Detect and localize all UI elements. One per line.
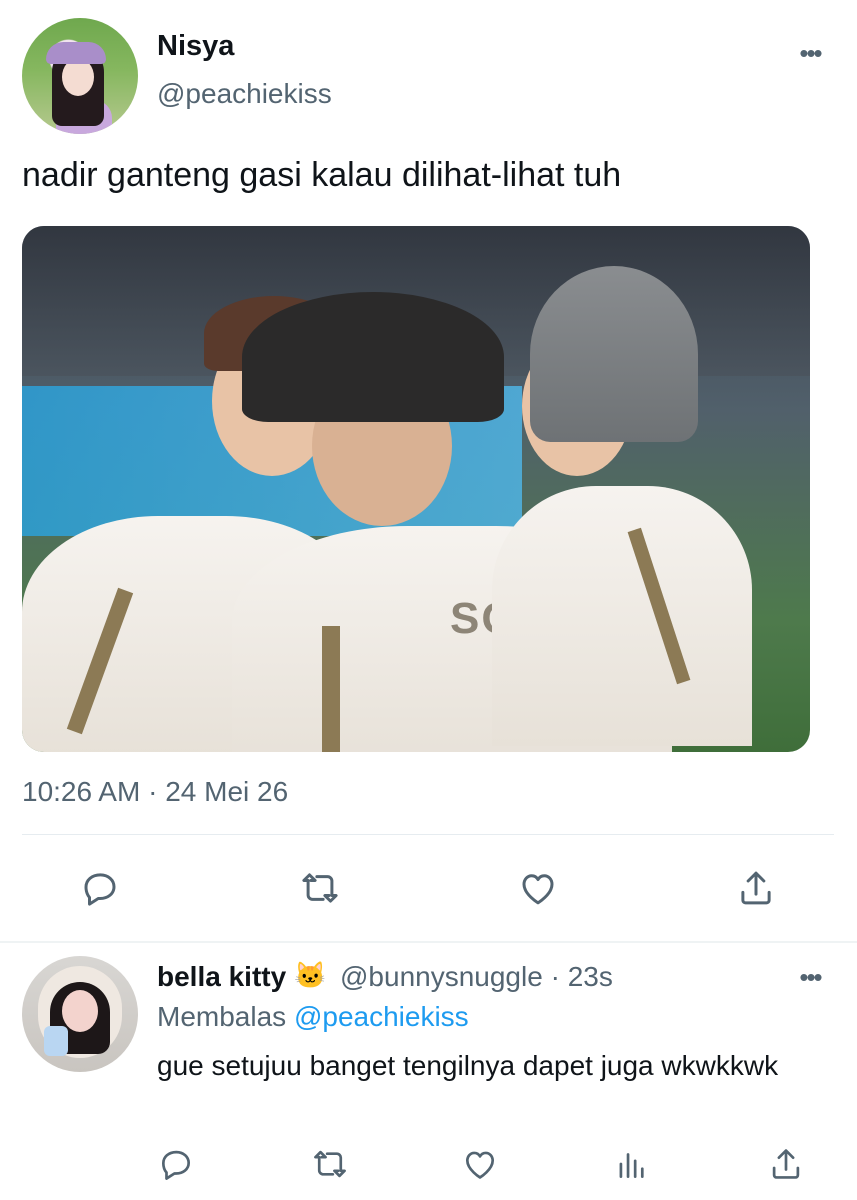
reply-icon [84, 873, 116, 906]
avatar-hat-shape [46, 42, 106, 64]
reply-more-options-icon[interactable]: ••• [792, 962, 828, 992]
replying-to-label: Membalas [157, 1001, 287, 1032]
reply-reply-button[interactable] [152, 1140, 200, 1188]
media-jersey-stripe-2 [322, 626, 340, 752]
tweet-detail-page: Nisya @peachiekiss ••• nadir ganteng gas… [0, 0, 857, 1200]
more-options-icon[interactable]: ••• [792, 38, 828, 68]
author-handle[interactable]: @peachiekiss [157, 78, 332, 110]
reply-handle-and-age[interactable]: @bunnysnuggle · 23s [340, 961, 613, 993]
avatar-cup-shape [44, 1026, 68, 1056]
reply-button[interactable] [76, 864, 124, 912]
tweet-time: 10:26 AM [22, 776, 141, 807]
retweet-icon [302, 873, 338, 903]
timestamp-separator: · [148, 776, 158, 807]
author-display-name[interactable]: Nisya [157, 30, 234, 63]
reply-share-button[interactable] [762, 1140, 810, 1188]
tweet-media-image[interactable]: SON [22, 226, 810, 752]
cat-emoji-icon: 🐱 [294, 960, 327, 990]
like-icon [465, 1151, 495, 1179]
reply-retweet-button[interactable] [306, 1140, 354, 1188]
reply-text: gue setujuu banget tengilnya dapet juga … [157, 1050, 779, 1081]
share-icon [772, 1149, 800, 1179]
tweet-timestamp[interactable]: 10:26 AM · 24 Mei 26 [22, 776, 288, 808]
section-divider [0, 941, 857, 943]
reply-handle: @bunnysnuggle [340, 961, 543, 992]
reply-display-name[interactable]: bella kitty [157, 961, 286, 993]
like-button[interactable] [514, 864, 562, 912]
reply-icon [161, 1150, 191, 1180]
author-avatar[interactable] [22, 18, 138, 134]
reply-views-button[interactable] [608, 1140, 656, 1188]
media-player-right [492, 486, 752, 746]
tweet-text: nadir ganteng gasi kalau dilihat-lihat t… [22, 156, 622, 194]
retweet-button[interactable] [296, 864, 344, 912]
media-player-right-beanie [530, 266, 698, 442]
media-player-center-cap [242, 292, 504, 422]
reply-author-avatar[interactable] [22, 956, 138, 1072]
reply-separator: · [550, 961, 560, 992]
avatar-face-shape [62, 990, 98, 1032]
reply-like-button[interactable] [456, 1140, 504, 1188]
replying-to: Membalas @peachiekiss [157, 1001, 469, 1033]
replying-to-mention[interactable]: @peachiekiss [294, 1001, 469, 1032]
tweet-date: 24 Mei 26 [165, 776, 289, 807]
retweet-icon [314, 1150, 346, 1178]
share-button[interactable] [732, 864, 780, 912]
views-icon [619, 1153, 644, 1179]
share-icon [741, 871, 771, 905]
divider [22, 834, 834, 835]
like-icon [522, 874, 554, 905]
reply-age: 23s [567, 961, 613, 992]
